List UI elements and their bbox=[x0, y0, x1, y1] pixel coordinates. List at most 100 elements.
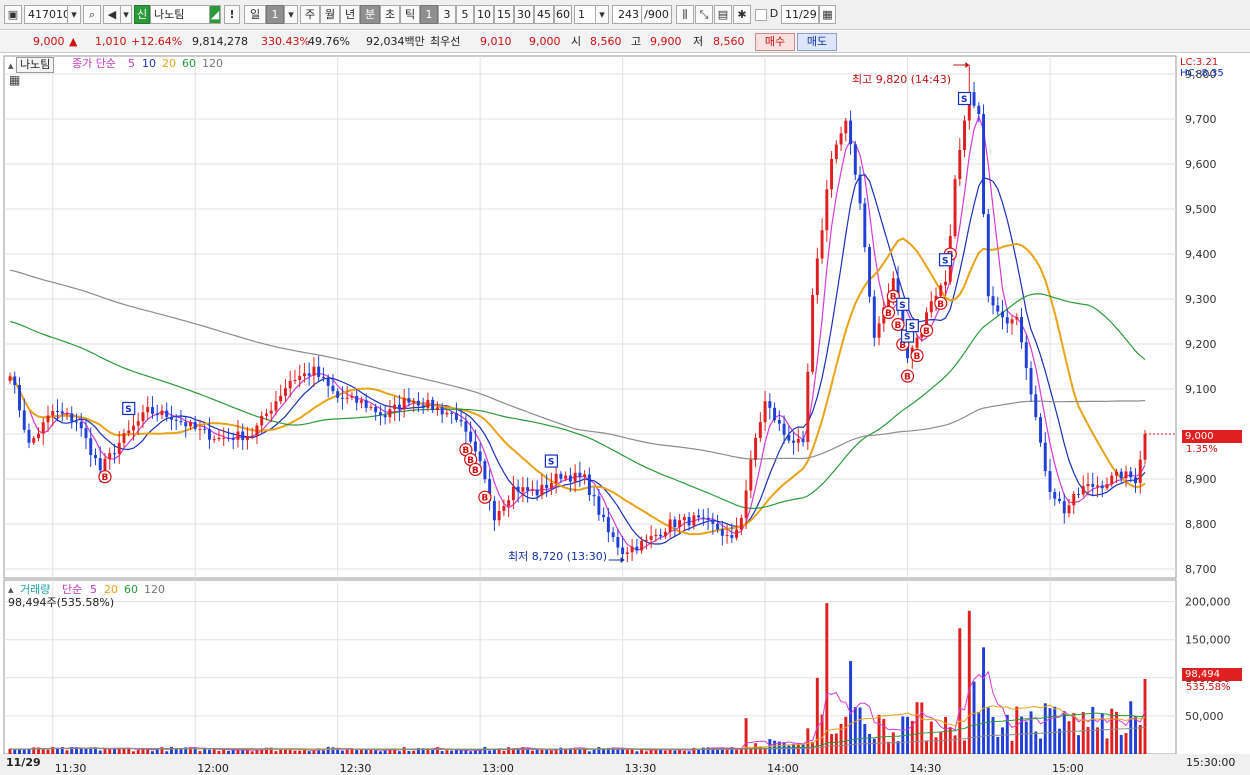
volume-bar bbox=[1034, 731, 1038, 754]
price-legend-prefix[interactable]: 종가 단순 bbox=[72, 57, 116, 71]
volume-bar bbox=[165, 751, 169, 754]
minute-45-button[interactable]: 45 bbox=[534, 5, 554, 24]
alert-button[interactable]: ! bbox=[224, 5, 240, 24]
candle-body bbox=[307, 373, 311, 376]
sell-signal-label: S bbox=[899, 301, 905, 311]
period-tick-button[interactable]: 틱 bbox=[400, 5, 420, 24]
stock-chart[interactable]: BBBBBBBBBBBBBBSSSSSSS 9,8009,7009,6009,5… bbox=[0, 54, 1250, 775]
period-year-button[interactable]: 년 bbox=[340, 5, 360, 24]
speaker-dropdown-icon[interactable]: ▾ bbox=[120, 5, 132, 24]
multiplier-dropdown-icon[interactable]: ▾ bbox=[595, 5, 609, 24]
ma5-legend[interactable]: 5 bbox=[128, 57, 135, 71]
buy-signal-label: B bbox=[923, 327, 930, 337]
volume-legend-type[interactable]: 단순 bbox=[62, 583, 82, 597]
buy-signal-label: B bbox=[101, 473, 108, 483]
candle-body bbox=[283, 388, 287, 396]
minute-1-button[interactable]: 1 bbox=[420, 5, 438, 24]
volume-bar bbox=[326, 746, 330, 754]
volume-current-line: 98,494주(535.58%) bbox=[8, 596, 115, 609]
draw-tool-icon[interactable]: ⤡ bbox=[695, 5, 713, 24]
candle-type-icon[interactable]: ⫼ bbox=[676, 5, 694, 24]
ma60-legend[interactable]: 60 bbox=[182, 57, 196, 71]
candle-body bbox=[668, 519, 672, 532]
candle-body bbox=[820, 230, 824, 259]
vol-ma120-legend[interactable]: 120 bbox=[144, 583, 165, 597]
period-multiplier[interactable]: 1 bbox=[266, 5, 284, 24]
candle-body bbox=[872, 296, 876, 338]
date-input[interactable]: 11/29 bbox=[781, 5, 819, 24]
time-axis-tick: 14:00 bbox=[767, 762, 799, 775]
multiplier-input[interactable]: 1 bbox=[574, 5, 596, 24]
settings-gear-icon[interactable]: ✱ bbox=[733, 5, 751, 24]
sell-button[interactable]: 매도 bbox=[797, 33, 837, 51]
candle-body bbox=[274, 401, 278, 411]
volume-panel-handle-icon[interactable]: ▴ bbox=[8, 583, 14, 597]
volume-bar bbox=[231, 749, 235, 754]
count-input[interactable]: 243 bbox=[612, 5, 642, 24]
ma20-legend[interactable]: 20 bbox=[162, 57, 176, 71]
candle-body bbox=[13, 376, 17, 386]
period-day-button[interactable]: 일 bbox=[244, 5, 266, 24]
minute-15-button[interactable]: 15 bbox=[494, 5, 514, 24]
panel-handle-icon[interactable]: ▴ bbox=[8, 59, 14, 73]
candle-body bbox=[834, 144, 838, 159]
candle-body bbox=[521, 487, 525, 492]
buy-signal-label: B bbox=[914, 352, 921, 362]
candle-body bbox=[1081, 486, 1085, 495]
vol-ma20-legend[interactable]: 20 bbox=[104, 583, 118, 597]
stock-name-field[interactable]: 나노팀 bbox=[150, 5, 210, 24]
candle-body bbox=[340, 397, 344, 399]
volume-bar bbox=[597, 746, 601, 754]
volume-bar bbox=[587, 751, 591, 754]
candle-body bbox=[435, 407, 439, 411]
candle-body bbox=[1058, 498, 1061, 502]
volume-bar bbox=[345, 749, 349, 754]
minute-10-button[interactable]: 10 bbox=[474, 5, 494, 24]
stock-code-input[interactable]: 417010 bbox=[24, 5, 70, 24]
candle-body bbox=[649, 536, 653, 540]
candle-body bbox=[345, 397, 349, 399]
vol-ma60-legend[interactable]: 60 bbox=[124, 583, 138, 597]
period-minute-button[interactable]: 분 bbox=[360, 5, 380, 24]
candle-body bbox=[587, 474, 591, 495]
volume-legend-prefix[interactable]: 거래량 bbox=[20, 583, 50, 597]
candle-body bbox=[758, 422, 762, 438]
period-week-button[interactable]: 주 bbox=[300, 5, 320, 24]
candle-body bbox=[692, 515, 696, 526]
buy-button[interactable]: 매수 bbox=[755, 33, 795, 51]
candle-body bbox=[150, 407, 154, 414]
ma120-legend[interactable]: 120 bbox=[202, 57, 223, 71]
window-icon[interactable]: ▣ bbox=[4, 5, 22, 24]
candle-body bbox=[198, 428, 202, 430]
search-icon[interactable]: ⌕ bbox=[83, 5, 101, 24]
candle-body bbox=[659, 534, 663, 537]
candle-body bbox=[141, 412, 145, 422]
price-panel-name-tag[interactable]: 나노팀 bbox=[16, 57, 55, 73]
period-second-button[interactable]: 초 bbox=[380, 5, 400, 24]
volume-bar bbox=[763, 748, 767, 754]
vol-ma5-legend[interactable]: 5 bbox=[90, 583, 97, 597]
candle-body bbox=[155, 413, 159, 416]
candle-body bbox=[22, 410, 26, 430]
speaker-icon[interactable]: ◀ bbox=[103, 5, 121, 24]
minute-5-button[interactable]: 5 bbox=[456, 5, 474, 24]
open-price: 8,560 bbox=[590, 35, 622, 48]
candle-body bbox=[1001, 311, 1005, 318]
period-dropdown-icon[interactable]: ▾ bbox=[284, 5, 298, 24]
code-dropdown-icon[interactable]: ▾ bbox=[67, 5, 81, 24]
volume-bar bbox=[473, 750, 477, 754]
candle-body bbox=[440, 407, 444, 415]
period-month-button[interactable]: 월 bbox=[320, 5, 340, 24]
minute-60-button[interactable]: 60 bbox=[554, 5, 572, 24]
ma10-legend[interactable]: 10 bbox=[142, 57, 156, 71]
volume-bar bbox=[445, 750, 449, 754]
minute-30-button[interactable]: 30 bbox=[514, 5, 534, 24]
volume-bar bbox=[1048, 708, 1052, 754]
save-icon[interactable]: ▤ bbox=[714, 5, 732, 24]
calendar-icon[interactable]: ▦ bbox=[819, 5, 836, 24]
minute-3-button[interactable]: 3 bbox=[438, 5, 456, 24]
volume-bar bbox=[397, 751, 401, 754]
volume-bar bbox=[464, 750, 468, 754]
data-table-icon[interactable]: ▦ bbox=[9, 73, 20, 87]
d-checkbox[interactable] bbox=[755, 9, 767, 21]
